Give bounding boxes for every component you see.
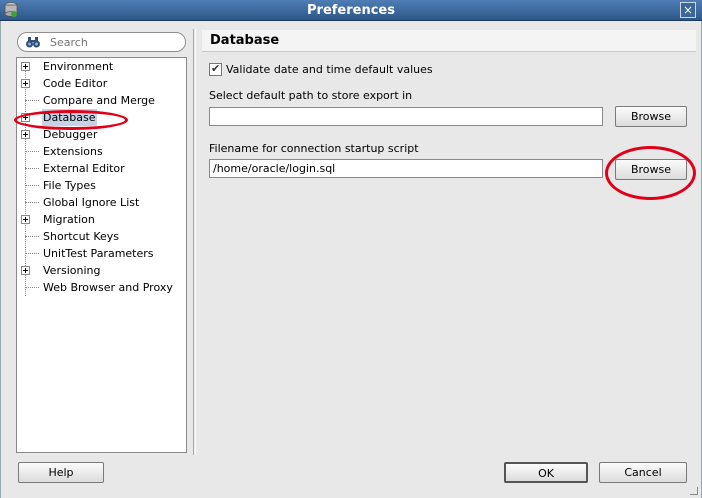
tree-item-label: Versioning (43, 264, 101, 277)
binoculars-icon (26, 37, 40, 48)
annotation-circle-database (14, 110, 128, 130)
startup-script-label: Filename for connection startup script (209, 142, 419, 155)
tree-item-label: Web Browser and Proxy (43, 281, 173, 294)
export-path-label: Select default path to store export in (209, 89, 413, 102)
tree-item-versioning[interactable]: Versioning (17, 262, 186, 279)
tree-connector (25, 253, 39, 254)
annotation-circle-browse (605, 146, 696, 200)
title-bar[interactable]: Preferences × (0, 0, 702, 21)
page-title: Database (210, 33, 280, 48)
tree-item-file-types[interactable]: File Types (17, 177, 186, 194)
tree-connector (25, 100, 39, 101)
search-box[interactable] (17, 32, 186, 52)
export-path-field[interactable] (209, 107, 603, 126)
tree-item-external-editor[interactable]: External Editor (17, 160, 186, 177)
tree-item-shortcut-keys[interactable]: Shortcut Keys (17, 228, 186, 245)
tree-item-compare-and-merge[interactable]: Compare and Merge (17, 92, 186, 109)
panel-splitter[interactable] (193, 29, 196, 455)
tree-connector (25, 236, 39, 237)
tree-item-label: Shortcut Keys (43, 230, 120, 243)
tree-item-label: External Editor (43, 162, 125, 175)
validate-checkbox-label[interactable]: Validate date and time default values (226, 63, 433, 76)
tree-item-label: File Types (43, 179, 96, 192)
dialog-body: Environment Code Editor Compare and Merg… (0, 21, 702, 498)
ok-button[interactable]: OK (504, 462, 588, 483)
panel-header: Database (202, 30, 696, 52)
tree-connector (25, 185, 39, 186)
tree-item-label: Code Editor (43, 77, 108, 90)
tree-item-unittest-parameters[interactable]: UnitTest Parameters (17, 245, 186, 262)
tree-item-label: UnitTest Parameters (43, 247, 154, 260)
expand-icon[interactable] (21, 266, 30, 275)
tree-item-environment[interactable]: Environment (17, 58, 186, 75)
search-input[interactable] (50, 35, 180, 50)
tree-item-code-editor[interactable]: Code Editor (17, 75, 186, 92)
tree-item-label: Extensions (43, 145, 103, 158)
expand-icon[interactable] (21, 215, 30, 224)
browse-export-path-button[interactable]: Browse (615, 106, 687, 127)
window-title: Preferences (307, 3, 395, 18)
checkmark-icon: ✔ (211, 62, 221, 75)
close-button[interactable]: × (680, 2, 696, 18)
startup-script-field[interactable] (209, 159, 603, 178)
expand-icon[interactable] (21, 130, 30, 139)
resize-grip[interactable] (690, 487, 698, 495)
tree-connector (25, 287, 39, 288)
expand-icon[interactable] (21, 79, 30, 88)
tree-connector (25, 151, 39, 152)
help-button[interactable]: Help (18, 462, 104, 483)
tree-item-extensions[interactable]: Extensions (17, 143, 186, 160)
validate-checkbox[interactable]: ✔ (209, 62, 222, 76)
tree-item-global-ignore-list[interactable]: Global Ignore List (17, 194, 186, 211)
expand-icon[interactable] (21, 62, 30, 71)
tree-item-label: Migration (43, 213, 95, 226)
cancel-button[interactable]: Cancel (599, 462, 687, 483)
tree-item-label: Global Ignore List (43, 196, 140, 209)
tree-item-migration[interactable]: Migration (17, 211, 186, 228)
tree-item-label: Compare and Merge (43, 94, 155, 107)
tree-connector (25, 168, 39, 169)
tree-item-web-browser-and-proxy[interactable]: Web Browser and Proxy (17, 279, 186, 296)
tree-connector (25, 202, 39, 203)
preferences-window: Preferences × Environment (0, 0, 702, 498)
tree-item-label: Environment (43, 60, 114, 73)
